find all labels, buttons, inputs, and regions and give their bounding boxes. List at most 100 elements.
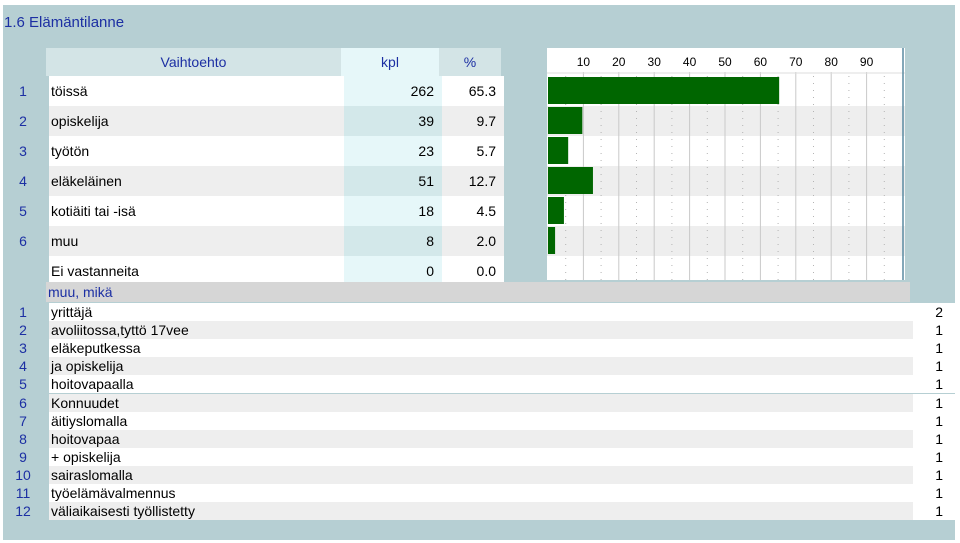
column-header-option-label: Vaihtoehto xyxy=(160,54,227,70)
item-label: ja opiskelija xyxy=(49,357,913,376)
page-title: 1.6 Elämäntilanne xyxy=(4,14,125,31)
row-count: 262 xyxy=(344,76,442,106)
item-count: 1 xyxy=(913,357,955,376)
row-number xyxy=(3,256,43,286)
column-header-count: kpl xyxy=(341,48,439,76)
row-percent: 4.5 xyxy=(442,196,504,226)
column-header-percent-label: % xyxy=(463,54,477,70)
item-number: 5 xyxy=(19,376,27,393)
row-label: kotiäiti tai -isä xyxy=(49,196,344,226)
tick-label: 70 xyxy=(789,55,803,69)
row-label: työtön xyxy=(49,136,344,166)
tick-label: 80 xyxy=(825,55,839,69)
row-number: 5 xyxy=(19,203,27,219)
row-label: töissä xyxy=(49,76,344,106)
table-row: 5 kotiäiti tai -isä 18 4.5 xyxy=(3,196,548,226)
item-label: hoitovapaalla xyxy=(49,375,913,394)
item-number: 7 xyxy=(19,412,27,429)
table-row: 3 työtön 23 5.7 xyxy=(3,136,548,166)
row-count: 18 xyxy=(344,196,442,226)
row-number: 1 xyxy=(19,83,27,99)
chart-row-bg xyxy=(547,136,905,166)
item-number: 2 xyxy=(19,322,27,339)
row-percent: 9.7 xyxy=(442,106,504,136)
column-header-count-label: kpl xyxy=(381,54,399,70)
list-item: 10 sairaslomalla 1 xyxy=(3,465,955,484)
row-percent: 65.3 xyxy=(442,76,504,106)
table-row: 2 opiskelija 39 9.7 xyxy=(3,106,548,136)
row-percent: 2.0 xyxy=(442,226,504,256)
row-percent: 12.7 xyxy=(442,166,504,196)
item-label: sairaslomalla xyxy=(49,465,913,484)
item-number: 8 xyxy=(19,430,27,447)
row-number: 6 xyxy=(19,233,27,249)
item-number: 3 xyxy=(19,340,27,357)
list-item: 1 yrittäjä 2 xyxy=(3,303,955,321)
item-count: 1 xyxy=(913,339,955,358)
row-percent: 5.7 xyxy=(442,136,504,166)
table-row: 1 töissä 262 65.3 xyxy=(3,76,548,106)
row-label: eläkeläinen xyxy=(49,166,344,196)
item-label: äitiyslomalla xyxy=(49,411,913,430)
item-count: 1 xyxy=(913,429,955,448)
table-row: 6 muu 8 2.0 xyxy=(3,226,548,256)
column-header-percent: % xyxy=(439,48,501,76)
bar xyxy=(548,197,564,224)
item-count: 1 xyxy=(913,465,955,484)
list-item: 6 Konnuudet 1 xyxy=(3,393,955,412)
item-count: 1 xyxy=(913,502,955,521)
tick-label: 60 xyxy=(754,55,768,69)
row-count: 39 xyxy=(344,106,442,136)
row-label: muu xyxy=(49,226,344,256)
chart-row-bg xyxy=(547,196,905,226)
chart-row-bg xyxy=(547,106,905,136)
item-label: avoliitossa,tyttö 17vee xyxy=(49,321,913,340)
tick-label: 90 xyxy=(860,55,874,69)
row-number: 2 xyxy=(19,113,27,129)
bar xyxy=(548,167,593,194)
item-count: 1 xyxy=(913,484,955,502)
item-label: työelämävalmennus xyxy=(49,484,913,502)
row-count: 8 xyxy=(344,226,442,256)
bar xyxy=(548,227,556,254)
item-number: 12 xyxy=(15,503,31,520)
bar xyxy=(548,107,583,134)
item-label: hoitovapaa xyxy=(49,429,913,448)
list-item: 2 avoliitossa,tyttö 17vee 1 xyxy=(3,321,955,340)
list-item: 8 hoitovapaa 1 xyxy=(3,429,955,448)
item-count: 2 xyxy=(913,303,955,321)
table-row: 4 eläkeläinen 51 12.7 xyxy=(3,166,548,196)
tick-label: 20 xyxy=(612,55,626,69)
item-number: 1 xyxy=(19,304,27,320)
tick-label: 40 xyxy=(683,55,697,69)
other-section-header: muu, mikä xyxy=(46,282,910,302)
row-number: 3 xyxy=(19,143,27,159)
list-item: 3 eläkeputkessa 1 xyxy=(3,339,955,358)
item-number: 4 xyxy=(19,358,27,375)
bar xyxy=(548,137,569,164)
tick-label: 50 xyxy=(718,55,732,69)
list-item: 4 ja opiskelija 1 xyxy=(3,357,955,376)
list-item: 5 hoitovapaalla 1 xyxy=(3,375,955,394)
item-count: 1 xyxy=(913,447,955,466)
tick-label: 10 xyxy=(577,55,591,69)
list-item: 12 väliaikaisesti työllistetty 1 xyxy=(3,502,955,521)
item-label: väliaikaisesti työllistetty xyxy=(49,502,913,521)
item-count: 1 xyxy=(913,375,955,394)
row-label: opiskelija xyxy=(49,106,344,136)
item-label: eläkeputkessa xyxy=(49,339,913,358)
bar xyxy=(548,77,780,104)
bar-chart: 10 20 30 40 50 60 70 80 90 xyxy=(547,48,905,280)
item-count: 1 xyxy=(913,321,955,340)
list-item: 7 äitiyslomalla 1 xyxy=(3,411,955,430)
item-number: 6 xyxy=(19,394,27,411)
item-label: yrittäjä xyxy=(49,303,913,321)
item-label: + opiskelija xyxy=(49,447,913,466)
row-count: 23 xyxy=(344,136,442,166)
row-count: 51 xyxy=(344,166,442,196)
item-label: Konnuudet xyxy=(49,393,913,412)
item-count: 1 xyxy=(913,393,955,412)
item-number: 10 xyxy=(15,466,31,483)
list-item: 11 työelämävalmennus 1 xyxy=(3,484,955,502)
list-item: 9 + opiskelija 1 xyxy=(3,447,955,466)
